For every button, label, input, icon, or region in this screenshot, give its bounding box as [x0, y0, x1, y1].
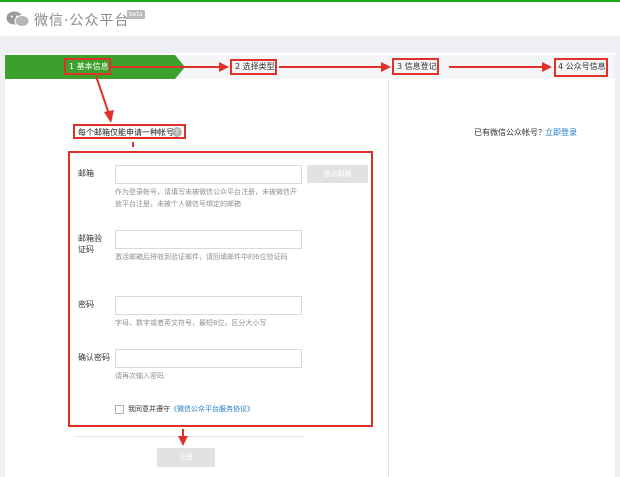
annotation-arrow-head [542, 62, 552, 72]
verification-code-hint: 激活邮箱后将收到验证邮件，请回填邮件中的6位验证码 [115, 253, 288, 261]
login-link[interactable]: 立即登录 [545, 127, 577, 138]
register-button[interactable]: 注册 [157, 448, 215, 467]
email-label: 邮箱 [78, 169, 94, 178]
verification-code-field[interactable] [115, 230, 302, 249]
annotation-diagonal-arrow [95, 75, 114, 123]
agreement-checkbox[interactable] [115, 405, 124, 414]
password-hint: 字母、数字或者英文符号，最短8位，区分大小写 [115, 319, 267, 327]
annotation-box-step3 [392, 58, 439, 75]
password-field[interactable] [115, 296, 302, 315]
existing-account-text: 已有微信公众帐号？ [474, 128, 546, 137]
annotation-arrow-head [219, 62, 229, 72]
confirm-password-field[interactable] [115, 349, 302, 368]
confirm-password-label: 确认密码 [78, 353, 110, 362]
site-header: 微信·公众平台 beta [0, 2, 620, 36]
annotation-arrow-line [182, 429, 184, 436]
annotation-arrow-head [178, 436, 188, 446]
site-logo-text[interactable]: 微信·公众平台 [34, 10, 129, 30]
annotation-small-mark [132, 142, 134, 147]
help-icon[interactable]: ? [172, 127, 182, 137]
email-field[interactable] [115, 165, 302, 184]
annotation-box-step2 [230, 59, 277, 75]
agreement-text: 我同意并遵守《微信公众平台服务协议》 [128, 404, 254, 414]
annotation-arrow-head [381, 62, 391, 72]
column-divider [388, 80, 389, 477]
verification-code-label: 邮箱验证码 [78, 234, 102, 254]
annotation-arrow-line [111, 66, 219, 68]
annotation-box-step4 [554, 58, 608, 77]
password-label: 密码 [78, 300, 94, 309]
confirm-password-hint: 请再次输入密码 [115, 372, 164, 380]
activate-email-button[interactable]: 激活邮箱 [307, 165, 368, 183]
annotation-box-step1 [64, 58, 111, 75]
annotation-arrow-line [449, 66, 542, 68]
email-rule-notice: 每个邮箱仅能申请一种帐号 [78, 128, 174, 137]
wechat-icon [6, 11, 30, 27]
agreement-prefix: 我同意并遵守 [128, 405, 170, 413]
email-hint: 作为登录帐号，请填写未被微信公众平台注册，未被微信开放平台注册，未被个人微信号绑… [115, 188, 297, 208]
beta-badge: beta [127, 10, 145, 19]
annotation-arrow-line [279, 66, 381, 68]
agreement-link[interactable]: 《微信公众平台服务协议》 [170, 405, 254, 413]
form-divider [76, 436, 304, 437]
